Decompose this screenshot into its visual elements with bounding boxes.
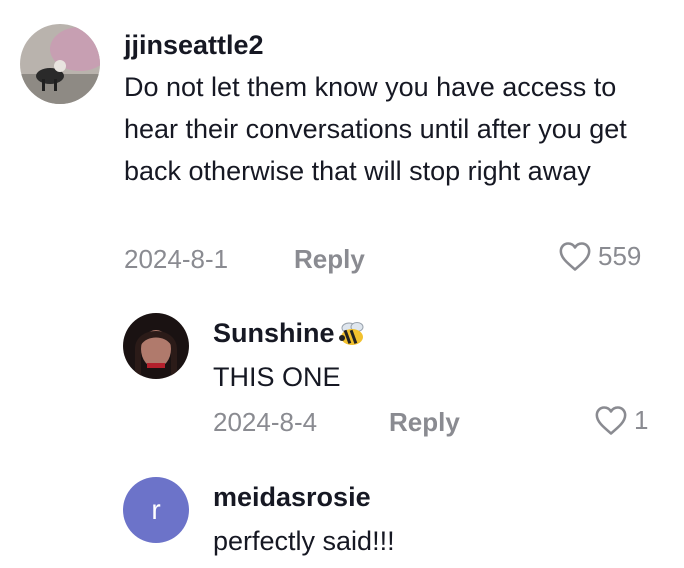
heart-icon <box>559 242 591 271</box>
reply-username[interactable]: Sunshine <box>213 318 335 349</box>
avatar-letter: r <box>151 494 161 525</box>
reply-username-row: Sunshine <box>213 318 367 349</box>
like-count: 1 <box>634 404 649 435</box>
reply-date: 2024-8-4 <box>213 407 318 437</box>
bee-icon <box>338 321 364 345</box>
comment-date: 2024-8-1 <box>124 244 229 274</box>
comment-text: Do not let them know you have access to … <box>124 72 627 186</box>
reply-text: perfectly said!!! <box>213 526 395 556</box>
reply-username[interactable]: meidasrosie <box>213 482 371 513</box>
avatar-sunshine[interactable] <box>123 313 189 379</box>
avatar-meidasrosie[interactable]: r <box>123 477 189 543</box>
like-count: 559 <box>598 240 642 271</box>
like-button[interactable]: 559 <box>558 240 641 272</box>
like-button[interactable]: 1 <box>594 404 648 436</box>
avatar-jjinseattle2[interactable] <box>20 24 100 104</box>
reply-text: THIS ONE <box>213 362 341 392</box>
reply-button[interactable]: Reply <box>294 244 365 275</box>
comment-username[interactable]: jjinseattle2 <box>124 30 264 61</box>
heart-icon <box>595 406 627 435</box>
reply-button[interactable]: Reply <box>389 407 460 438</box>
